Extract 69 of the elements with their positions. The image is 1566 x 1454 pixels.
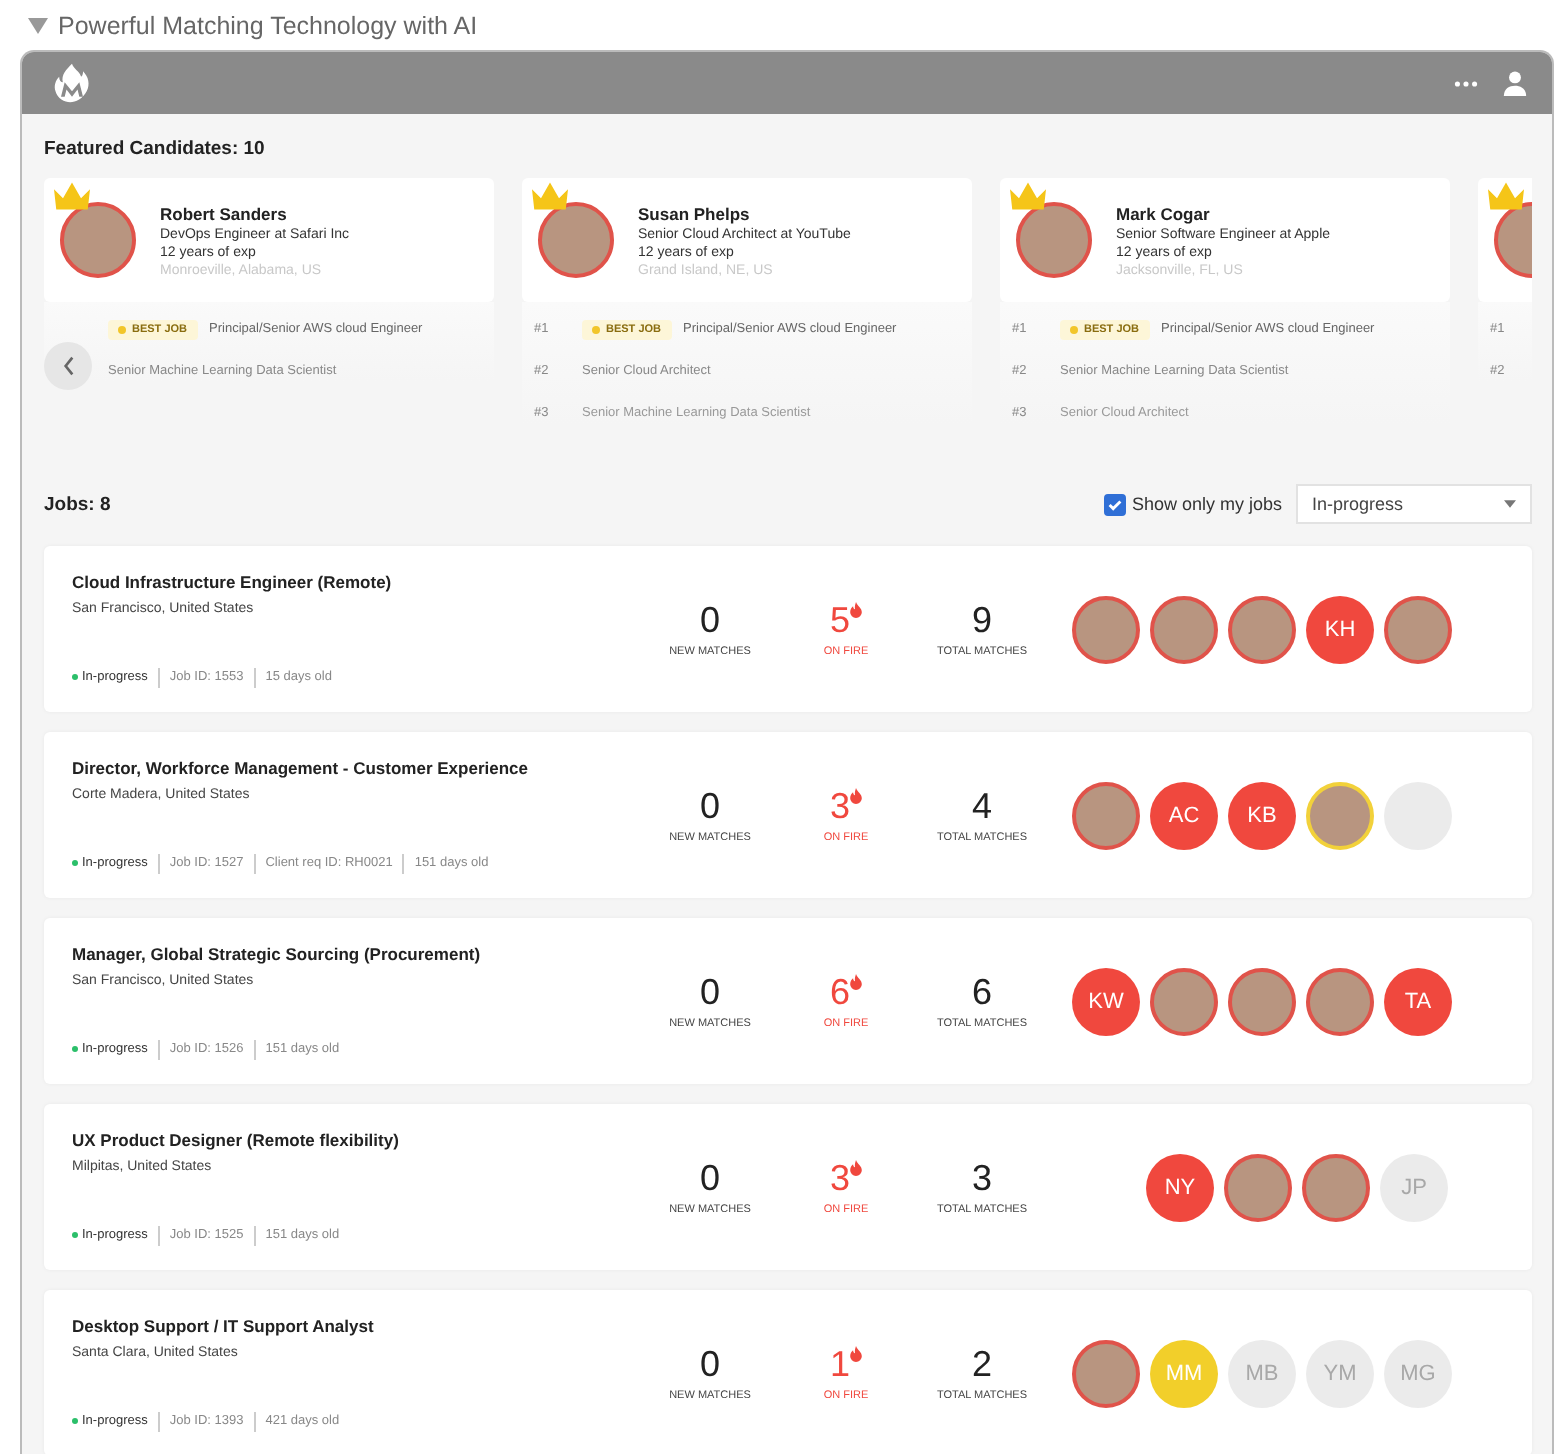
- crown-icon: [54, 182, 90, 210]
- candidate-name[interactable]: Robert Sanders: [160, 203, 350, 223]
- crown-icon: [532, 182, 568, 210]
- checkbox-label: Show only my jobs: [1131, 494, 1282, 514]
- avatar-photo[interactable]: [1224, 1153, 1292, 1221]
- avatar-photo: [60, 202, 136, 278]
- avatar-initials[interactable]: TA: [1384, 967, 1452, 1035]
- more-icon[interactable]: [1454, 79, 1478, 87]
- flame-icon: [850, 1346, 862, 1362]
- collapse-triangle-icon[interactable]: [28, 17, 48, 33]
- match-count: 6: [829, 972, 850, 1012]
- match-count: 5: [829, 600, 850, 640]
- match-count: 3: [829, 786, 850, 826]
- match-count: 6: [971, 972, 992, 1012]
- avatar-initials[interactable]: NY: [1146, 1153, 1214, 1221]
- match-count: 3: [829, 1158, 850, 1198]
- job-title[interactable]: UX Product Designer (Remote flexibility): [72, 1129, 652, 1149]
- candidate-name[interactable]: Susan Phelps: [638, 203, 851, 223]
- avatar-photo[interactable]: [1302, 1153, 1370, 1221]
- jobs-label: Jobs: 8: [44, 493, 111, 515]
- avatar-photo[interactable]: [1384, 595, 1452, 663]
- match-count: 1: [829, 1344, 850, 1384]
- flame-icon: [850, 788, 862, 804]
- match-count: 3: [971, 1158, 992, 1198]
- status-dot: [72, 860, 78, 866]
- flame-icon: [850, 602, 862, 618]
- crown-icon: [1010, 182, 1046, 210]
- match-count: 4: [971, 786, 992, 826]
- status-dot: [72, 1418, 78, 1424]
- section-title: Powerful Matching Technology with AI: [58, 11, 478, 39]
- avatar-photo[interactable]: [1072, 781, 1140, 849]
- featured-label: Featured Candidates: 10: [44, 138, 267, 160]
- avatar-photo[interactable]: [1072, 595, 1140, 663]
- avatar-photo[interactable]: [1150, 595, 1218, 663]
- user-icon[interactable]: [1502, 70, 1528, 96]
- match-count: 2: [971, 1344, 992, 1384]
- avatar-photo[interactable]: [1306, 967, 1374, 1035]
- checkbox[interactable]: [1103, 493, 1126, 515]
- chevron-left-icon: [61, 356, 75, 376]
- job-title[interactable]: Director, Workforce Management - Customer Experience: [72, 757, 652, 777]
- match-count: 0: [699, 786, 720, 826]
- avatar-photo[interactable]: [1228, 967, 1296, 1035]
- status-dot: [72, 674, 78, 680]
- crown-icon: [1488, 182, 1524, 210]
- status-dot: [72, 1232, 78, 1238]
- match-count: 0: [699, 972, 720, 1012]
- avatar-photo[interactable]: [1072, 1339, 1140, 1407]
- avatar-photo: [1016, 202, 1092, 278]
- flame-logo-icon[interactable]: [50, 61, 94, 105]
- status-dropdown[interactable]: In-progress: [1296, 484, 1532, 524]
- avatar-photo[interactable]: [1228, 595, 1296, 663]
- candidate-name[interactable]: Mark Cogar: [1116, 203, 1331, 223]
- avatar-initials[interactable]: AC: [1150, 781, 1218, 849]
- avatar-initials[interactable]: KB: [1228, 781, 1296, 849]
- job-title[interactable]: Desktop Support / IT Support Analyst: [72, 1315, 652, 1335]
- avatar-initials[interactable]: KW: [1072, 967, 1140, 1035]
- flame-icon: [850, 1160, 862, 1176]
- job-title[interactable]: Manager, Global Strategic Sourcing (Procurement): [72, 943, 652, 963]
- avatar-photo: [538, 202, 614, 278]
- job-title[interactable]: Cloud Infrastructure Engineer (Remote): [72, 571, 652, 591]
- match-count: 0: [699, 1344, 720, 1384]
- caret-icon: [1504, 500, 1516, 508]
- avatar-photo[interactable]: [1150, 967, 1218, 1035]
- flame-icon: [850, 974, 862, 990]
- match-count: 9: [971, 600, 992, 640]
- match-count: 0: [699, 1158, 720, 1198]
- status-dot: [72, 1046, 78, 1052]
- avatar-initials[interactable]: KH: [1306, 595, 1374, 663]
- match-count: 0: [699, 600, 720, 640]
